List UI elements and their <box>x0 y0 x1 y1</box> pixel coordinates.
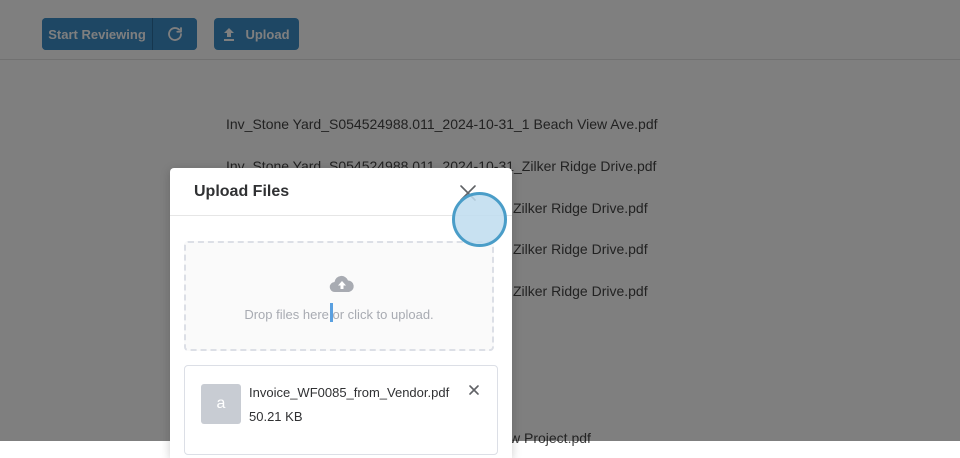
file-thumbnail: a <box>201 384 241 424</box>
dialog-title: Upload Files <box>194 183 290 200</box>
click-indicator <box>452 192 507 247</box>
upload-dropzone[interactable]: Drop files here or click to upload. <box>184 241 494 351</box>
uploaded-file-size: 50.21 KB <box>249 409 303 424</box>
text-cursor <box>330 303 333 322</box>
uploaded-file-card: a Invoice_WF0085_from_Vendor.pdf 50.21 K… <box>184 365 498 455</box>
remove-file-button[interactable] <box>467 383 481 397</box>
uploaded-file-name: Invoice_WF0085_from_Vendor.pdf <box>249 385 450 400</box>
dropzone-text: Drop files here or click to upload. <box>244 307 434 322</box>
cloud-upload-icon <box>329 275 354 293</box>
remove-icon <box>469 385 479 395</box>
